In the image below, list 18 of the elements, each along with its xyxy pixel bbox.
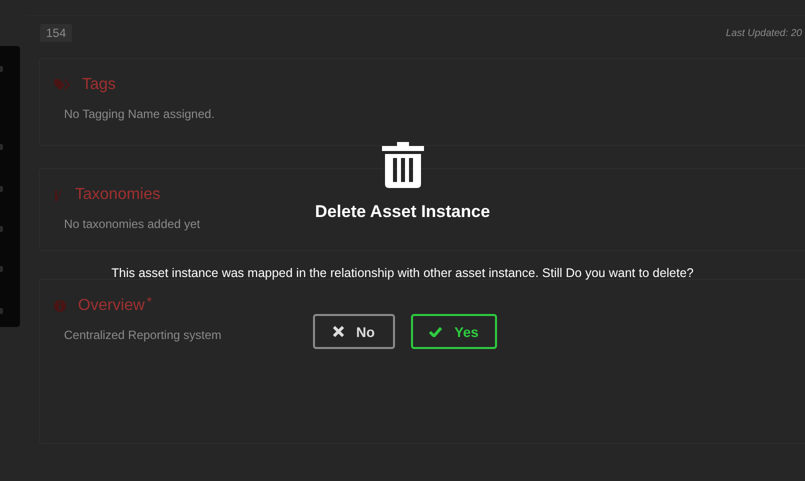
section-text: Centralized Reporting system bbox=[64, 328, 222, 342]
info-icon bbox=[54, 300, 66, 312]
trash-icon bbox=[382, 142, 424, 188]
required-mark: * bbox=[146, 294, 152, 309]
section-title: Overview bbox=[78, 297, 145, 315]
record-id: 154 bbox=[40, 24, 72, 42]
section-title: Tags bbox=[82, 76, 116, 94]
no-button[interactable]: No bbox=[313, 314, 395, 349]
last-updated: Last Updated: 20 bbox=[726, 28, 802, 38]
section-text: No Tagging Name assigned. bbox=[64, 107, 215, 121]
section-title: Taxonomies bbox=[75, 186, 160, 204]
yes-button[interactable]: Yes bbox=[411, 314, 497, 349]
dialog-title: Delete Asset Instance bbox=[314, 202, 490, 222]
close-icon bbox=[333, 326, 344, 337]
check-icon bbox=[429, 326, 442, 336]
dialog-message: This asset instance was mapped in the relationship with other asset instance. Still Do you want to delete? bbox=[111, 266, 694, 280]
tags-icon bbox=[54, 78, 70, 92]
section-text: No taxonomies added yet bbox=[64, 217, 200, 231]
